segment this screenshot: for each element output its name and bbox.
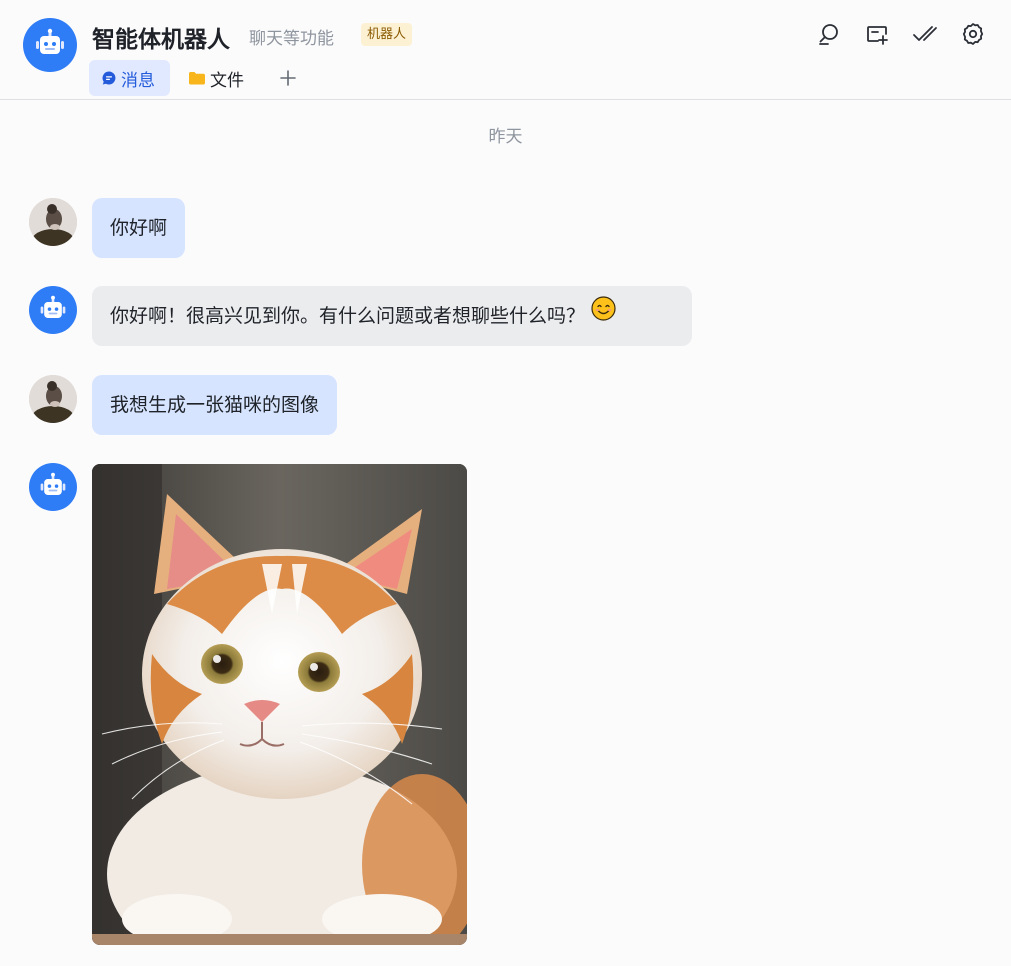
message-text: 我想生成一张猫咪的图像 <box>110 394 320 416</box>
date-separator: 昨天 <box>488 127 523 147</box>
user-photo <box>29 198 77 246</box>
robot-icon <box>36 28 64 54</box>
search-button[interactable] <box>815 20 843 48</box>
settings-button[interactable] <box>959 20 987 48</box>
check-all-icon <box>913 26 937 41</box>
folder-icon <box>188 70 206 86</box>
robot-icon <box>40 472 66 495</box>
user-message-bubble[interactable]: 我想生成一张猫咪的图像 <box>92 375 338 435</box>
add-window-icon <box>867 26 888 45</box>
user-avatar[interactable] <box>29 375 77 423</box>
tab-messages[interactable]: 消息 <box>89 60 170 96</box>
message-text: 你好啊 <box>110 217 168 239</box>
tab-files[interactable]: 文件 <box>176 60 256 96</box>
user-avatar[interactable] <box>29 198 77 246</box>
add-window-button[interactable] <box>863 20 891 48</box>
bot-avatar[interactable] <box>29 286 77 334</box>
gear-icon <box>962 23 984 45</box>
check-all-button[interactable] <box>911 20 939 48</box>
search-icon <box>819 24 838 45</box>
bot-message-bubble[interactable]: 你好啊！很高兴见到你。有什么问题或者想聊些什么吗？ <box>92 286 692 346</box>
smiling-face-icon <box>591 285 616 345</box>
message-text: 你好啊！很高兴见到你。有什么问题或者想聊些什么吗？ <box>110 305 586 327</box>
chat-header: 智能体机器人 聊天等功能 机器人 消息 文件 <box>0 0 1011 100</box>
kitten-illustration <box>92 464 467 945</box>
tab-files-label: 文件 <box>210 70 244 91</box>
bot-avatar[interactable] <box>29 463 77 511</box>
chat-title: 智能体机器人 <box>92 27 230 53</box>
chat-bubble-icon <box>101 70 117 86</box>
user-message-bubble[interactable]: 你好啊 <box>92 198 186 258</box>
bot-badge: 机器人 <box>361 23 413 46</box>
robot-icon <box>40 295 66 318</box>
chat-subtitle: 聊天等功能 <box>249 29 334 49</box>
kitten-image[interactable] <box>92 464 467 945</box>
add-tab-button[interactable] <box>268 60 308 96</box>
plus-icon <box>280 70 296 86</box>
bot-avatar[interactable] <box>23 18 77 72</box>
user-photo <box>29 375 77 423</box>
tab-messages-label: 消息 <box>121 70 155 91</box>
